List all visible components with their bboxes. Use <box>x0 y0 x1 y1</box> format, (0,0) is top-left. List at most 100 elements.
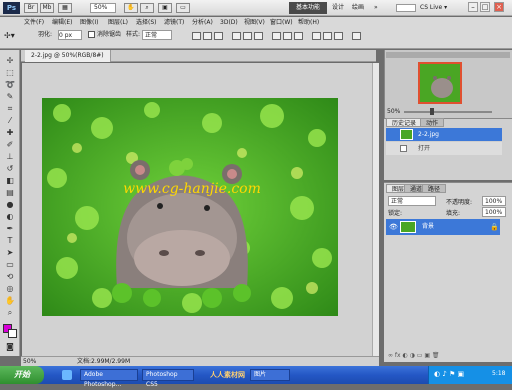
distribute-top-icon[interactable] <box>272 32 281 40</box>
workspace-more-link[interactable]: » <box>374 0 378 16</box>
antialias-checkbox[interactable] <box>88 31 95 38</box>
maximize-button[interactable]: □ <box>480 2 490 12</box>
quick-mask-icon[interactable]: ◙ <box>4 342 16 352</box>
cs-live-button[interactable]: CS Live ▾ <box>420 4 447 11</box>
lock-icon: 🔒 <box>490 223 499 231</box>
tab-actions[interactable]: 动作 <box>420 118 445 127</box>
align-middle-icon[interactable] <box>203 32 212 40</box>
shape-tool-icon[interactable]: ▭ <box>4 260 16 270</box>
brush-tool-icon[interactable]: ✐ <box>4 140 16 150</box>
task-photoshop-window[interactable]: Adobe Photoshop... <box>80 369 138 388</box>
navigator-zoom-handle[interactable] <box>430 108 434 115</box>
zoom-tool-icon[interactable]: ⌕ <box>140 3 154 13</box>
menu-help[interactable]: 帮助(H) <box>298 18 319 28</box>
distribute-center-icon[interactable] <box>323 32 332 40</box>
minimize-button[interactable]: – <box>468 2 478 12</box>
vertical-scrollbar[interactable] <box>372 63 379 356</box>
menu-layer[interactable]: 图层(L) <box>108 18 128 28</box>
align-left-icon[interactable] <box>232 32 241 40</box>
hippo-photo[interactable]: www.cg-hanjie.com <box>42 98 338 316</box>
eye-icon[interactable]: 👁 <box>389 219 398 235</box>
history-brush-tool-icon[interactable]: ↺ <box>4 164 16 174</box>
layers-footer-icons[interactable]: ∞ fx ◐ ◑ ▭ ▣ 🗑 <box>388 352 508 360</box>
type-tool-icon[interactable]: T <box>4 236 16 246</box>
document-tab[interactable]: 2-2.jpg @ 50%(RGB/8#) <box>25 50 111 62</box>
history-item-open[interactable]: 打开 <box>386 142 502 155</box>
quick-launch-icon[interactable] <box>62 370 72 380</box>
align-right-icon[interactable] <box>254 32 263 40</box>
distribute-bottom-icon[interactable] <box>294 32 303 40</box>
menu-image[interactable]: 图像(I) <box>80 18 98 28</box>
menu-analysis[interactable]: 分析(A) <box>192 18 213 28</box>
clock: 5:18 <box>492 370 506 377</box>
feather-input[interactable]: 0 px <box>58 30 82 40</box>
menu-edit[interactable]: 编辑(E) <box>52 18 72 28</box>
move-tool-icon[interactable]: ✢ <box>4 56 16 66</box>
workspace-design-link[interactable]: 设计 <box>332 0 344 16</box>
close-button[interactable]: × <box>494 2 504 12</box>
distribute-left-icon[interactable] <box>312 32 321 40</box>
background-color-swatch[interactable] <box>8 329 17 338</box>
hand-icon[interactable]: ✋ <box>124 3 138 13</box>
workspace-essentials-button[interactable]: 基本功能 <box>289 2 327 14</box>
3d-rotate-tool-icon[interactable]: ⟲ <box>4 272 16 282</box>
layer-row-background[interactable]: 👁 背景 🔒 <box>386 219 500 235</box>
marquee-tool-icon[interactable]: ⬚ <box>4 68 16 78</box>
task-photoshop-cs5[interactable]: Photoshop CS5 <box>142 369 194 388</box>
navigator-zoom-value[interactable]: 50% <box>387 108 400 115</box>
navigator-zoom-slider[interactable] <box>404 111 492 113</box>
menu-select[interactable]: 选择(S) <box>136 18 157 28</box>
path-select-tool-icon[interactable]: ➤ <box>4 248 16 258</box>
lasso-tool-icon[interactable]: ➰ <box>4 80 16 90</box>
fill-input[interactable]: 100% <box>482 207 506 217</box>
fill-label: 填充: <box>446 210 461 217</box>
arrange-documents-icon[interactable]: ▣ <box>158 3 172 13</box>
opacity-input[interactable]: 100% <box>482 196 506 206</box>
tray-icons[interactable]: ◐ ♪ ⚑ ▣ <box>434 370 464 378</box>
style-dropdown[interactable]: 正常 <box>142 30 172 40</box>
menu-window[interactable]: 窗口(W) <box>270 18 293 28</box>
eraser-tool-icon[interactable]: ◧ <box>4 176 16 186</box>
antialias-label: 消除锯齿 <box>97 31 122 38</box>
search-field[interactable] <box>396 4 416 12</box>
bridge-icon[interactable]: Br <box>24 3 38 13</box>
start-button[interactable]: 开始 <box>0 366 44 384</box>
minibridge-icon[interactable]: Mb <box>40 3 54 13</box>
screen-mode-icon[interactable]: ▭ <box>176 3 190 13</box>
healing-brush-tool-icon[interactable]: ✚ <box>4 128 16 138</box>
history-state-icon <box>400 145 407 152</box>
3d-orbit-tool-icon[interactable]: ◎ <box>4 284 16 294</box>
distribute-middle-icon[interactable] <box>283 32 292 40</box>
gradient-tool-icon[interactable]: ▤ <box>4 188 16 198</box>
pen-tool-icon[interactable]: ✒ <box>4 224 16 234</box>
hand-tool-icon[interactable]: ✋ <box>4 296 16 306</box>
dodge-tool-icon[interactable]: ◐ <box>4 212 16 222</box>
zoom-level-dropdown[interactable]: 50% <box>90 3 116 13</box>
blur-tool-icon[interactable]: ● <box>4 200 16 210</box>
move-tool-preset-icon[interactable]: ✢▾ <box>4 31 15 40</box>
history-item-snapshot[interactable]: 2-2.jpg <box>386 128 502 141</box>
zoom-tool-icon[interactable]: ⌕ <box>4 308 16 318</box>
menu-file[interactable]: 文件(F) <box>24 18 44 28</box>
quick-select-tool-icon[interactable]: ✎ <box>4 92 16 102</box>
align-center-icon[interactable] <box>243 32 252 40</box>
task-images[interactable]: 图片 <box>250 369 290 381</box>
distribute-right-icon[interactable] <box>334 32 343 40</box>
menu-view[interactable]: 视图(V) <box>244 18 265 28</box>
blend-mode-dropdown[interactable]: 正常 <box>388 196 436 206</box>
panel-dock-header[interactable] <box>386 52 510 58</box>
tab-history[interactable]: 历史记录 <box>386 118 423 127</box>
align-bottom-icon[interactable] <box>214 32 223 40</box>
view-extras-icon[interactable]: ▦ <box>58 3 72 13</box>
status-bar: 50% 文档:2.99M/2.99M <box>21 356 379 366</box>
auto-align-icon[interactable] <box>352 32 361 40</box>
navigator-thumbnail[interactable] <box>418 62 462 104</box>
clone-stamp-tool-icon[interactable]: ⊥ <box>4 152 16 162</box>
eyedropper-tool-icon[interactable]: ⁄ <box>4 116 16 126</box>
workspace-painting-link[interactable]: 绘画 <box>352 0 364 16</box>
menu-filter[interactable]: 滤镜(T) <box>164 18 184 28</box>
align-top-icon[interactable] <box>192 32 201 40</box>
crop-tool-icon[interactable]: ⌗ <box>4 104 16 114</box>
menu-3d[interactable]: 3D(D) <box>220 18 238 28</box>
tab-paths[interactable]: 路径 <box>422 184 447 193</box>
